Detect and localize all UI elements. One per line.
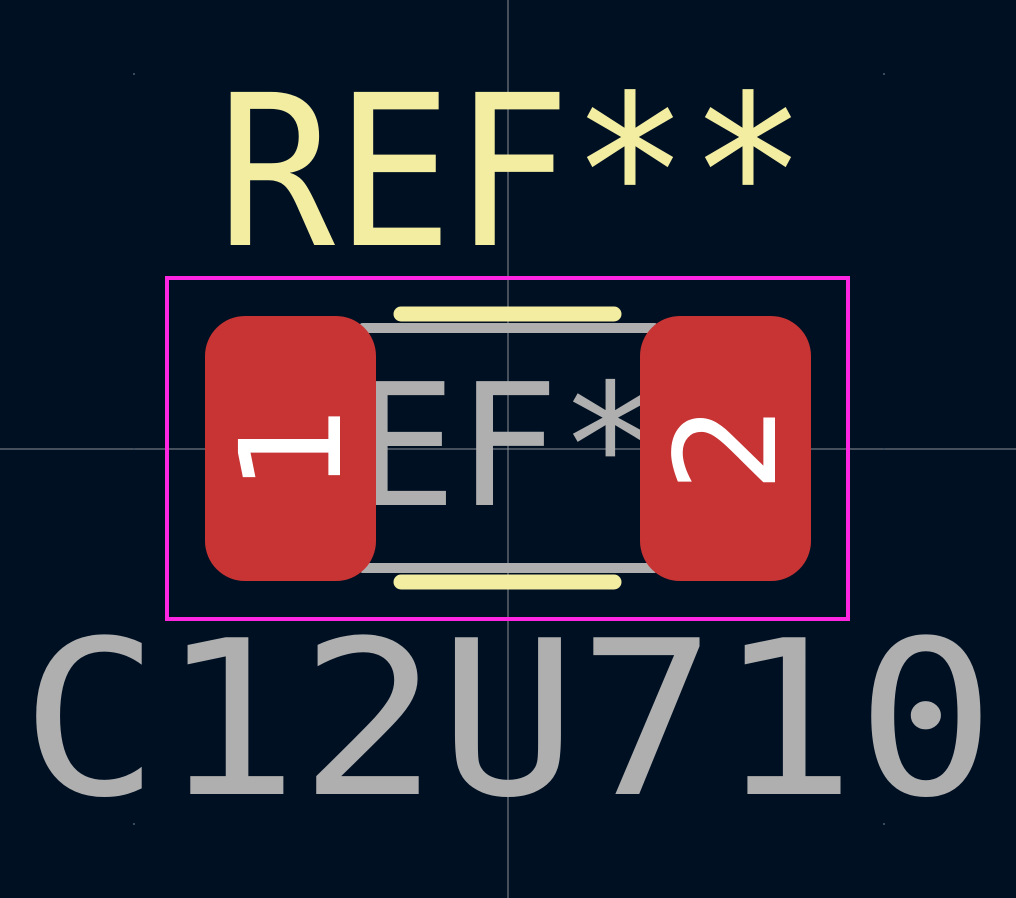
grid-dot bbox=[883, 73, 885, 75]
grid-dot bbox=[133, 73, 135, 75]
pad-2-number: 2 bbox=[646, 403, 809, 492]
grid-dot bbox=[883, 448, 885, 450]
pad-1-number: 1 bbox=[211, 403, 374, 492]
fab-reference-text: EF* bbox=[354, 348, 661, 546]
pad-1[interactable]: 1 bbox=[205, 316, 376, 581]
pad-2[interactable]: 2 bbox=[640, 316, 811, 581]
grid-dot bbox=[133, 448, 135, 450]
footprint-canvas[interactable]: EF* 1 2 REF** C12U710 bbox=[0, 0, 1016, 898]
reference-designator[interactable]: REF** bbox=[217, 50, 807, 295]
value-text[interactable]: C12U710 bbox=[21, 594, 996, 845]
